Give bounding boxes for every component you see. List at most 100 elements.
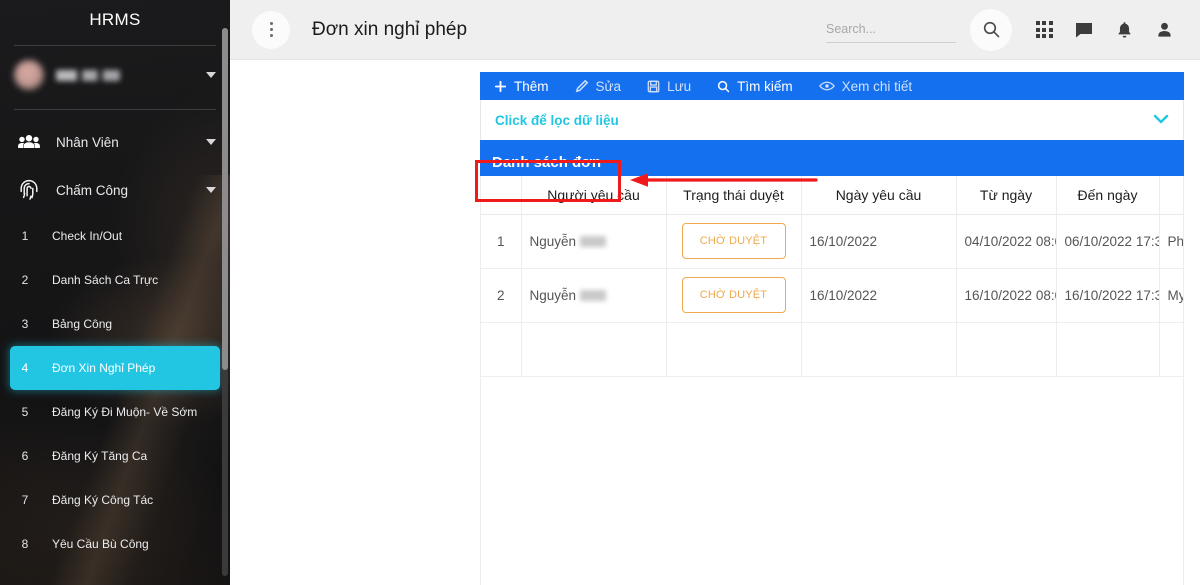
table-empty-row [481,322,1183,377]
col-to-date[interactable]: Đến ngày [1056,176,1160,215]
row-status-cell: CHỜ DUYỆT [666,214,802,269]
sidebar-item-label: Đăng Ký Công Tác [52,493,154,507]
sidebar-item-check-in-out[interactable]: 1 Check In/Out [10,214,220,258]
sidebar-item-number: 8 [21,537,29,551]
sidebar-item-number: 4 [21,361,29,375]
col-from-date[interactable]: Từ ngày [956,176,1057,215]
search-input[interactable] [826,16,956,43]
action-toolbar: Thêm Sửa Lưu Tìm kiếm Xem chi tiết [480,72,1184,100]
status-badge[interactable]: CHỜ DUYỆT [681,277,786,313]
sidebar-scrollbar-thumb[interactable] [222,28,228,370]
app-root: HRMS Nhân Viên Chấm Công 1 Check In/Out … [0,0,1200,585]
sidebar-item-number: 7 [21,493,29,507]
search-button-label: Tìm kiếm [737,78,793,94]
save-button[interactable]: Lưu [647,79,691,94]
sidebar-item-dang-ky-di-muon-ve-som[interactable]: 5 Đăng Ký Đi Muộn- Về Sớm [10,390,220,434]
col-substitute[interactable]: Người làm thay [1159,176,1183,215]
col-index[interactable] [481,176,522,215]
plus-icon [494,80,507,93]
row-requester-text: Nguyễn [529,287,577,303]
data-table-container: Người yêu cầu Trạng thái duyệt Ngày yêu … [480,176,1184,585]
col-requester[interactable]: Người yêu cầu [521,176,667,215]
sidebar-group-label: Nhân Viên [56,134,119,150]
apps-grid-icon[interactable] [1024,10,1064,50]
redacted-block [580,289,607,301]
sidebar-item-number: 3 [21,317,29,331]
page-title: Đơn xin nghỉ phép [312,18,468,40]
sidebar: HRMS Nhân Viên Chấm Công 1 Check In/Out … [0,0,230,585]
row-index: 1 [481,214,522,269]
sidebar-item-number: 6 [21,449,29,463]
sidebar-item-label: Check In/Out [52,229,123,243]
fingerprint-icon [14,178,44,202]
sidebar-group-label: Chấm Công [56,182,129,198]
sidebar-item-number: 5 [21,405,29,419]
view-detail-button[interactable]: Xem chi tiết [818,78,913,94]
view-detail-button-label: Xem chi tiết [841,78,913,94]
sidebar-group-cham-cong[interactable]: Chấm Công [0,166,230,214]
top-bar: Đơn xin nghỉ phép [230,0,1200,60]
table-title: Danh sách đơn [480,148,1184,176]
sidebar-item-number: 2 [21,273,29,287]
people-group-icon [14,134,44,150]
search-icon[interactable] [970,8,1012,51]
row-substitute-text: Phụng Châu [1167,233,1184,249]
sidebar-item-label: Danh Sách Ca Trực [52,273,159,287]
chevron-down-icon[interactable] [206,187,216,193]
row-requester-text: Nguyễn [529,233,577,249]
sidebar-item-bang-cong[interactable]: 3 Bảng Công [10,302,220,346]
top-bar-actions [826,8,1184,51]
edit-button[interactable]: Sửa [575,78,622,94]
row-requester: Nguyễn [521,214,667,269]
sidebar-item-don-xin-nghi-phep[interactable]: 4 Đơn Xin Nghỉ Phép [10,346,220,390]
sidebar-item-yeu-cau-bu-cong[interactable]: 8 Yêu Cầu Bù Công [10,522,220,566]
sidebar-item-number: 1 [21,229,29,243]
chevron-down-icon[interactable] [206,72,216,78]
redacted-block [580,235,607,247]
search-field-wrapper [826,16,956,43]
bell-icon[interactable] [1104,10,1144,50]
user-person-icon[interactable] [1144,10,1184,50]
search-button[interactable]: Tìm kiếm [717,79,793,94]
filter-bar[interactable]: Click để lọc dữ liệu [480,100,1184,140]
add-button[interactable]: Thêm [494,79,549,94]
sidebar-item-dang-ky-tang-ca[interactable]: 6 Đăng Ký Tăng Ca [10,434,220,478]
filter-label[interactable]: Click để lọc dữ liệu [495,113,619,128]
add-button-label: Thêm [514,78,549,94]
row-request-date: 16/10/2022 [801,214,957,269]
col-approval-status[interactable]: Trạng thái duyệt [666,176,802,215]
toolbar-blue-strip [480,140,1184,148]
kebab-menu-icon[interactable] [252,10,290,49]
main-area: Đơn xin nghỉ phép Search... Thêm Sửa Lưu… [230,0,1200,585]
table-row[interactable]: 1 Nguyễn CHỜ DUYỆT 16/10/2022 04/10/2022… [481,214,1184,269]
chat-bubble-icon[interactable] [1064,10,1104,50]
row-substitute: Phụng Châu [1159,214,1184,269]
row-index: 2 [481,268,522,323]
row-from-date: 16/10/2022 08:0( [956,268,1057,323]
table-row[interactable]: 2 Nguyễn CHỜ DUYỆT 16/10/2022 16/10/2022… [481,268,1183,323]
sidebar-item-label: Đăng Ký Tăng Ca [52,449,148,463]
status-badge[interactable]: CHỜ DUYỆT [681,223,786,259]
sidebar-scrollbar[interactable] [222,28,228,576]
col-request-date[interactable]: Ngày yêu cầu [801,176,957,215]
data-table: Người yêu cầu Trạng thái duyệt Ngày yêu … [481,176,1184,377]
edit-button-label: Sửa [595,78,622,94]
user-profile-menu[interactable] [0,52,230,98]
row-substitute: My Lê [1159,268,1183,323]
content-area: Thêm Sửa Lưu Tìm kiếm Xem chi tiết Click… [230,60,1200,585]
chevron-down-icon[interactable] [206,139,216,145]
user-name-redacted [56,69,120,81]
sidebar-item-label: Đăng Ký Đi Muộn- Về Sớm [52,405,198,419]
sidebar-item-label: Yêu Cầu Bù Công [52,537,149,551]
row-to-date: 06/10/2022 17:3( [1056,214,1160,269]
row-request-date: 16/10/2022 [801,268,957,323]
table-header-row: Người yêu cầu Trạng thái duyệt Ngày yêu … [481,176,1183,215]
row-from-date: 04/10/2022 08:0( [956,214,1057,269]
sidebar-item-danh-sach-ca-truc[interactable]: 2 Danh Sách Ca Trực [10,258,220,302]
sidebar-group-nhan-vien[interactable]: Nhân Viên [0,118,230,166]
chevron-down-icon[interactable] [1153,111,1169,129]
pencil-icon [575,79,589,93]
sidebar-item-dang-ky-cong-tac[interactable]: 7 Đăng Ký Công Tác [10,478,220,522]
eye-icon [818,80,835,92]
save-disk-icon [647,80,660,93]
